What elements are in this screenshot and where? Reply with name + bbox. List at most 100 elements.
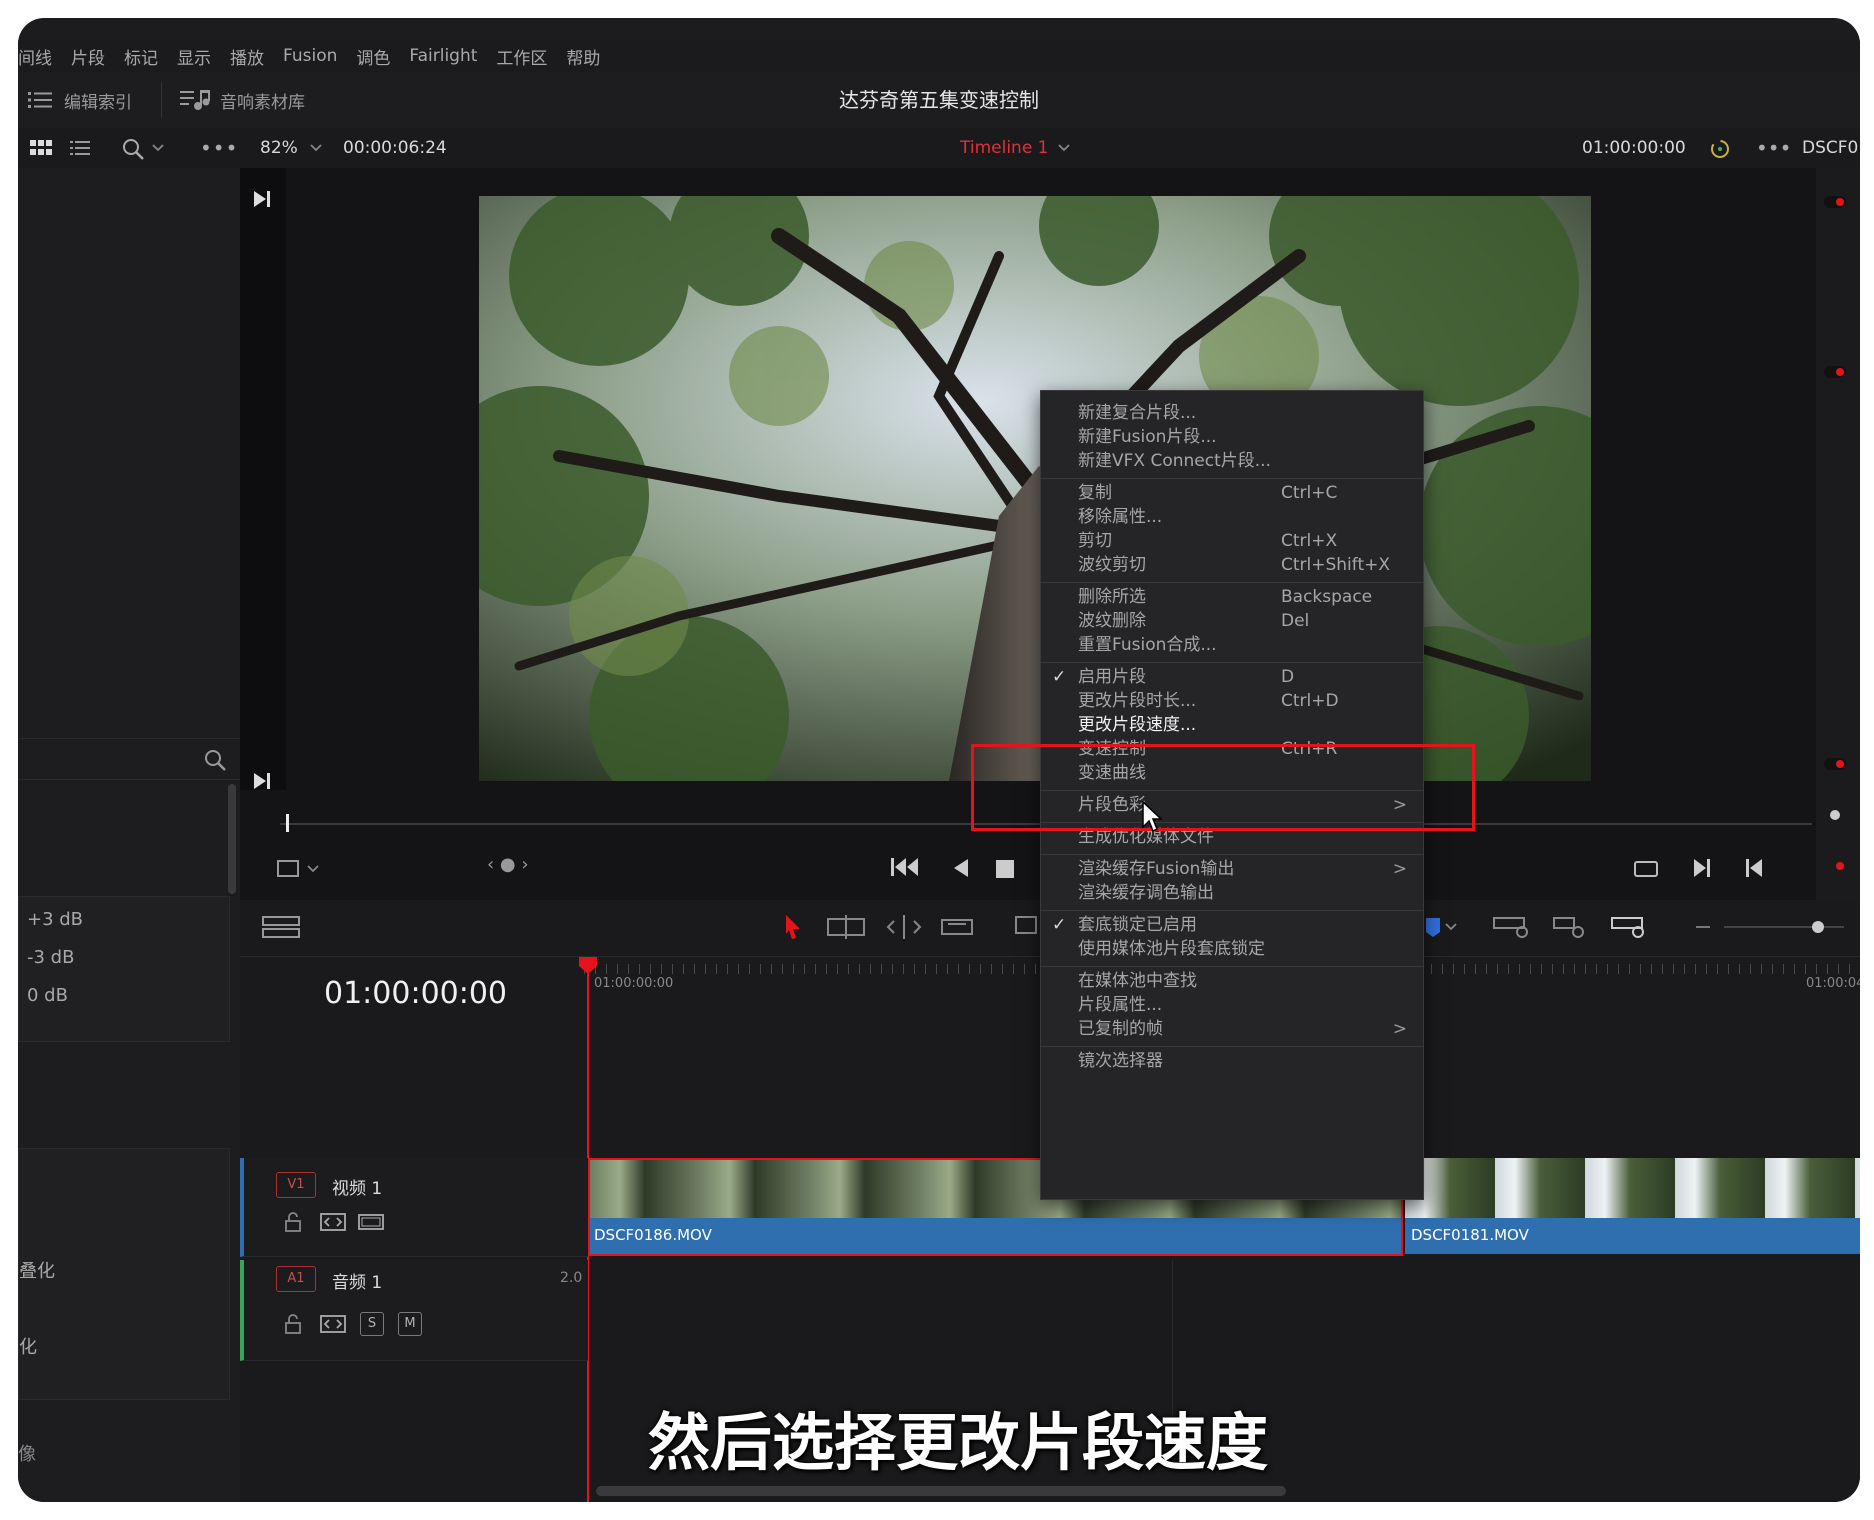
stop-icon[interactable] bbox=[996, 860, 1014, 878]
ruler-label: 01:00:04:0 bbox=[1806, 976, 1860, 991]
scrollbar[interactable] bbox=[228, 784, 236, 894]
pointer-icon[interactable] bbox=[784, 914, 802, 940]
lock-icon[interactable] bbox=[284, 1212, 302, 1232]
auto-select-icon[interactable] bbox=[320, 1212, 346, 1232]
audio-track-header: A1 音频 1 2.0 S M bbox=[240, 1260, 588, 1361]
search-icon[interactable] bbox=[204, 749, 226, 771]
toggle-indicator[interactable] bbox=[1830, 810, 1840, 820]
list-item[interactable]: -3 dB bbox=[27, 947, 74, 968]
video-preview bbox=[479, 196, 1591, 781]
skip-icon[interactable] bbox=[252, 190, 272, 208]
lock-icon[interactable] bbox=[284, 1314, 302, 1334]
zoom-custom-icon[interactable] bbox=[1610, 914, 1650, 940]
menu-workspace[interactable]: 工作区 bbox=[496, 44, 547, 69]
chevron-down-icon[interactable] bbox=[310, 143, 322, 153]
list-item[interactable]: 叠化 bbox=[19, 1257, 55, 1283]
menu-fairlight[interactable]: Fairlight bbox=[409, 46, 477, 66]
track-name[interactable]: 视频 1 bbox=[332, 1174, 382, 1199]
effects-search-bar bbox=[18, 738, 240, 780]
menu-color[interactable]: 调色 bbox=[356, 44, 390, 69]
menu-mark[interactable]: 标记 bbox=[124, 44, 158, 69]
search-icon[interactable] bbox=[122, 138, 144, 160]
menu-item-ripple-cut[interactable]: 波纹剪切 Ctrl+Shift+X bbox=[1041, 551, 1423, 579]
list-item[interactable]: 化 bbox=[19, 1333, 37, 1359]
menu-item-copied-frames[interactable]: 已复制的帧 > bbox=[1041, 1015, 1423, 1043]
menu-item-use-media-pool-conform-lock[interactable]: 使用媒体池片段套底锁定 bbox=[1041, 935, 1423, 963]
timeline-clip[interactable]: DSCF0181.MOV bbox=[1405, 1158, 1860, 1256]
track-name[interactable]: 音频 1 bbox=[332, 1268, 382, 1293]
timeline-view-options-icon[interactable] bbox=[262, 914, 300, 940]
flag-icon[interactable] bbox=[1420, 914, 1460, 940]
insert-icon[interactable] bbox=[1012, 914, 1042, 940]
more-icon[interactable]: ••• bbox=[1756, 128, 1791, 168]
skip-icon[interactable] bbox=[252, 772, 272, 790]
track-id[interactable]: V1 bbox=[276, 1172, 316, 1198]
record-indicator[interactable] bbox=[1836, 198, 1844, 206]
video-track-header: V1 视频 1 bbox=[240, 1158, 588, 1257]
jog-control[interactable]: ‹ ● › bbox=[487, 854, 529, 875]
list-item[interactable]: +3 dB bbox=[27, 909, 83, 930]
audio-transitions-list: +3 dB -3 dB 0 dB bbox=[18, 896, 230, 1042]
zoom-full-icon[interactable] bbox=[1492, 914, 1532, 940]
menu-fusion[interactable]: Fusion bbox=[283, 46, 337, 66]
cursor-icon bbox=[1142, 801, 1163, 833]
record-indicator[interactable] bbox=[1836, 760, 1844, 768]
auto-select-icon[interactable] bbox=[320, 1314, 346, 1334]
trim-icon[interactable] bbox=[826, 914, 866, 940]
timeline-selector[interactable]: Timeline 1 bbox=[960, 128, 1049, 168]
clip-thumbnails bbox=[1405, 1158, 1860, 1218]
menu-item-take-selector[interactable]: 镜次选择器 bbox=[1041, 1047, 1423, 1075]
viewer-toolbar: ••• 82% 00:00:06:24 Timeline 1 01:00:00:… bbox=[18, 128, 1860, 168]
right-inspector-strip bbox=[1816, 168, 1860, 900]
track-id[interactable]: A1 bbox=[276, 1266, 316, 1292]
menu-timeline[interactable]: 间线 bbox=[18, 44, 52, 69]
zoom-detail-icon[interactable] bbox=[1552, 914, 1592, 940]
menu-view[interactable]: 显示 bbox=[177, 44, 211, 69]
highlight-box bbox=[971, 744, 1475, 831]
blade-icon[interactable] bbox=[940, 914, 974, 940]
prev-frame-icon[interactable] bbox=[1744, 858, 1764, 878]
record-indicator[interactable] bbox=[1836, 368, 1844, 376]
ruler-label: 01:00:00:00 bbox=[594, 976, 674, 991]
menubar: 间线 片段 标记 显示 播放 Fusion 调色 Fairlight 工作区 帮… bbox=[18, 40, 1860, 72]
top-toolbar: 编辑索引 音响素材库 达芬奇第五集变速控制 bbox=[18, 72, 1860, 129]
play-reverse-icon[interactable] bbox=[952, 858, 970, 878]
source-timecode: 00:00:06:24 bbox=[343, 138, 447, 158]
scrubber-handle[interactable] bbox=[286, 814, 289, 832]
clip-name-label: DSCF0 bbox=[1802, 138, 1859, 158]
record-indicator[interactable] bbox=[1836, 862, 1844, 870]
solo-button[interactable]: S bbox=[360, 1312, 384, 1336]
transform-icon[interactable] bbox=[276, 858, 322, 880]
zoom-level[interactable]: 82% bbox=[260, 128, 298, 168]
zoom-out-icon[interactable] bbox=[1696, 926, 1710, 928]
go-to-start-icon[interactable] bbox=[890, 856, 922, 878]
track-enable-icon[interactable] bbox=[358, 1212, 384, 1232]
clip-name: DSCF0186.MOV bbox=[594, 1226, 712, 1244]
menu-item-render-cache-color[interactable]: 渲染缓存调色输出 bbox=[1041, 879, 1423, 907]
loop-icon[interactable] bbox=[1632, 858, 1660, 880]
video-transitions-list: 叠化 化 bbox=[18, 1148, 230, 1400]
zoom-slider-handle[interactable] bbox=[1812, 921, 1824, 933]
menu-clip[interactable]: 片段 bbox=[71, 44, 105, 69]
record-timecode: 01:00:00:00 bbox=[1582, 138, 1686, 158]
menu-help[interactable]: 帮助 bbox=[566, 44, 600, 69]
more-icon[interactable]: ••• bbox=[200, 128, 238, 168]
menu-playback[interactable]: 播放 bbox=[230, 44, 264, 69]
tree-image bbox=[479, 196, 1591, 781]
chevron-down-icon[interactable] bbox=[1058, 143, 1070, 153]
channel-format: 2.0 bbox=[560, 1270, 583, 1286]
list-item[interactable]: 0 dB bbox=[27, 985, 68, 1006]
list-item[interactable]: 像 bbox=[18, 1440, 36, 1466]
list-view-icon[interactable] bbox=[70, 140, 90, 156]
menu-item-new-vfx-connect-clip[interactable]: 新建VFX Connect片段... bbox=[1041, 447, 1423, 475]
clip-name: DSCF0181.MOV bbox=[1411, 1226, 1529, 1244]
mute-button[interactable]: M bbox=[398, 1312, 422, 1336]
next-frame-icon[interactable] bbox=[1692, 858, 1712, 878]
grid-view-icon[interactable] bbox=[30, 140, 52, 156]
zoom-slider[interactable] bbox=[1724, 926, 1844, 928]
sync-icon[interactable] bbox=[1708, 137, 1732, 161]
menu-item-reset-fusion-comp[interactable]: 重置Fusion合成... bbox=[1041, 631, 1423, 659]
dynamic-trim-icon[interactable] bbox=[884, 914, 924, 940]
chevron-down-icon[interactable] bbox=[152, 143, 164, 153]
timeline-timecode: 01:00:00:00 bbox=[324, 976, 508, 1011]
